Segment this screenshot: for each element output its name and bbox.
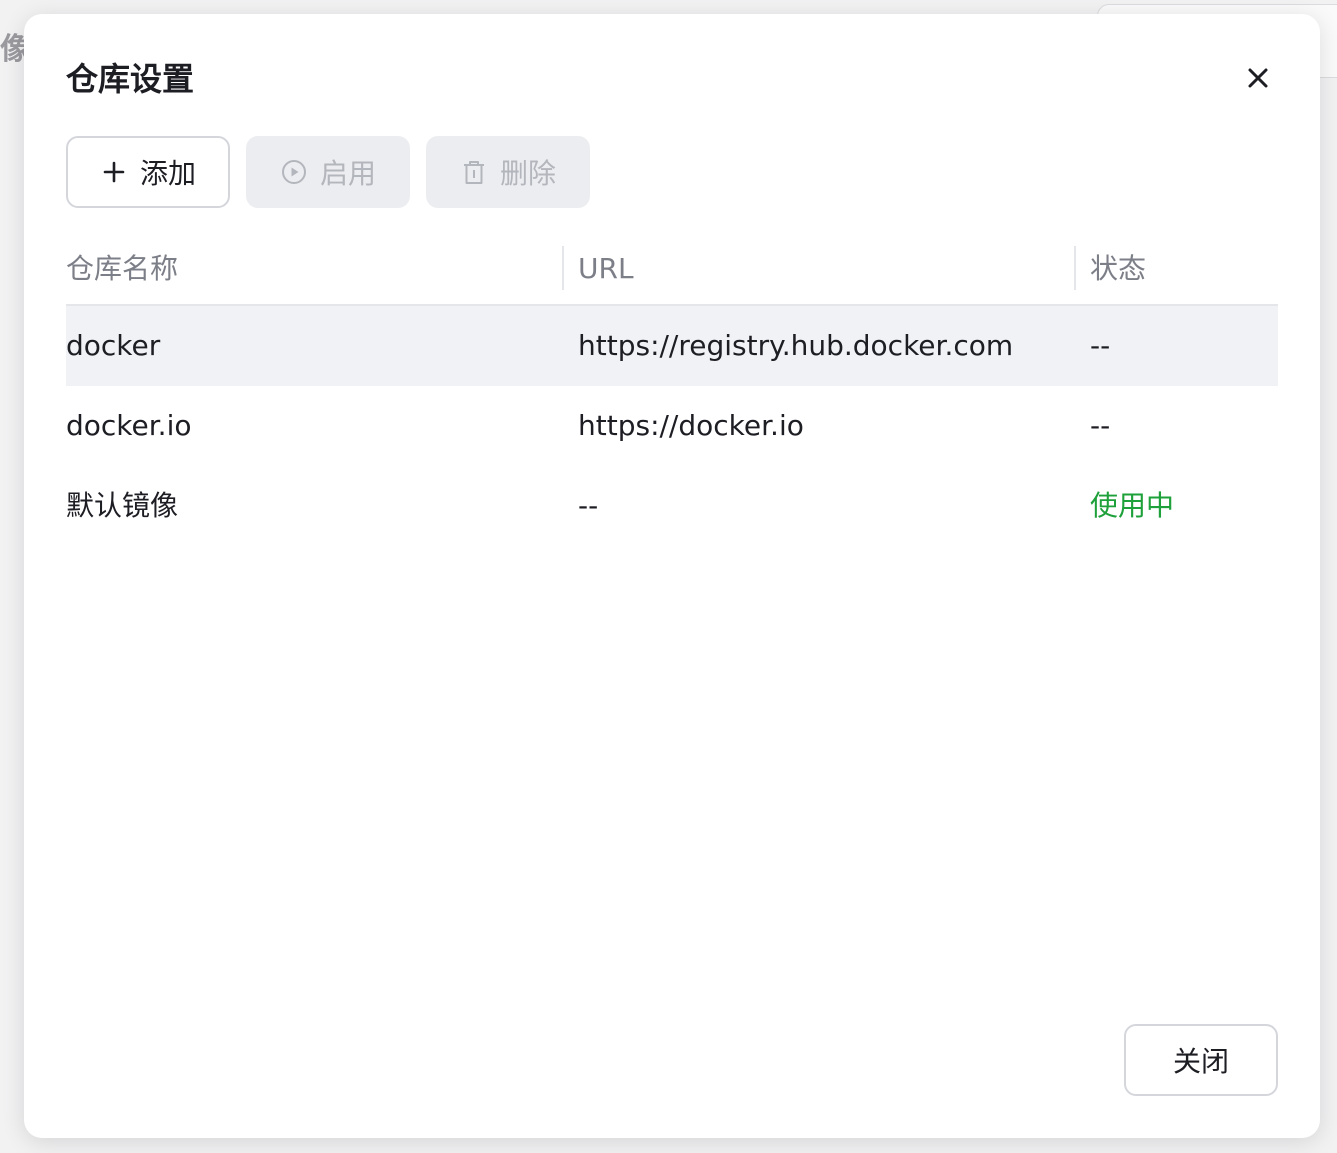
cell-status: --: [1090, 329, 1111, 362]
enable-button[interactable]: 启用: [246, 136, 410, 208]
toolbar: 添加 启用 删除: [66, 136, 590, 208]
delete-button[interactable]: 删除: [426, 136, 590, 208]
add-button-label: 添加: [139, 157, 196, 190]
dialog-title: 仓库设置: [66, 60, 195, 98]
cell-url: https://docker.io: [578, 409, 804, 442]
play-circle-icon: [281, 160, 306, 184]
delete-button-label: 删除: [499, 157, 556, 190]
repository-settings-dialog: 仓库设置 添加 启用 删除 仓库名称 URL 状态 docker https:/…: [24, 14, 1320, 1138]
cell-repository-name: docker.io: [66, 409, 192, 442]
enable-button-label: 启用: [319, 157, 376, 190]
column-divider: [1074, 246, 1076, 290]
cell-repository-name: 默认镜像: [66, 489, 179, 522]
close-icon[interactable]: [1240, 60, 1276, 96]
repository-table: 仓库名称 URL 状态 docker https://registry.hub.…: [66, 238, 1278, 546]
close-button[interactable]: 关闭: [1124, 1024, 1278, 1096]
table-row[interactable]: 默认镜像 -- 使用中: [66, 466, 1278, 546]
table-row[interactable]: docker https://registry.hub.docker.com -…: [66, 306, 1278, 386]
cell-repository-name: docker: [66, 329, 161, 362]
add-button[interactable]: 添加: [66, 136, 230, 208]
plus-icon: [103, 161, 125, 183]
cell-url: https://registry.hub.docker.com: [578, 329, 1014, 362]
column-header-name: 仓库名称: [66, 252, 179, 285]
trash-icon: [463, 161, 484, 184]
column-header-status: 状态: [1090, 252, 1147, 285]
column-divider: [562, 246, 564, 290]
column-header-url: URL: [578, 252, 634, 285]
cell-status-active: 使用中: [1090, 489, 1175, 522]
cell-url: --: [578, 489, 599, 522]
table-header: 仓库名称 URL 状态: [66, 238, 1278, 306]
cell-status: --: [1090, 409, 1111, 442]
table-row[interactable]: docker.io https://docker.io --: [66, 386, 1278, 466]
